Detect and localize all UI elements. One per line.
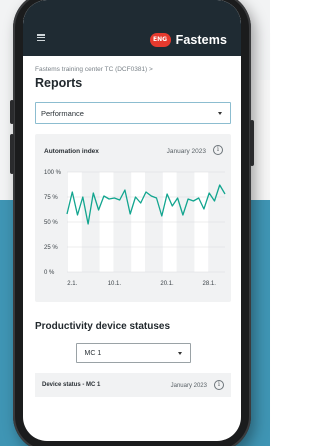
phone-side-button [250,120,254,166]
x-tick-label: 28.1. [203,281,217,287]
app-bar: ENG Fastems [23,0,241,56]
brand-logo: ENG [149,33,171,47]
x-tick-label: 20.1. [160,281,174,287]
y-tick-label: 25 % [44,245,58,251]
x-tick-label: 10.1. [108,281,122,287]
productivity-section-title: Productivity device statuses [35,321,171,332]
phone-side-button [10,134,14,174]
phone-side-button [10,100,14,124]
chart-title: Automation index [44,148,99,155]
automation-index-chart: 100 % 75 % 50 % 25 % 0 % 2.1. 10.1. 20.1. 28.1. [44,170,226,287]
main-content: Fastems training center TC (DCF0381) > R… [23,56,241,397]
x-tick-label: 2.1. [67,281,77,287]
device-select[interactable]: MC 1 [75,343,191,363]
info-icon[interactable]: i [214,380,224,390]
y-tick-label: 100 % [44,170,62,176]
phone-frame: ENG Fastems Fastems training center TC (… [10,0,254,446]
report-type-select[interactable]: Performance [35,102,231,124]
report-type-value: Performance [41,108,84,118]
device-status-date[interactable]: January 2023 [171,383,207,389]
chart-date[interactable]: January 2023 [167,148,206,155]
menu-icon[interactable] [37,34,45,41]
page-title: Reports [35,76,83,90]
chevron-down-icon [177,351,182,355]
phone-screen: ENG Fastems Fastems training center TC (… [23,0,241,441]
info-icon[interactable]: i [213,145,223,155]
brand: ENG Fastems [149,33,227,47]
y-tick-label: 0 % [44,270,55,276]
chevron-down-icon [218,111,222,115]
y-tick-label: 50 % [44,220,58,226]
automation-index-card: Automation index January 2023 i 100 % 75 … [35,134,231,302]
breadcrumb[interactable]: Fastems training center TC (DCF0381) > [35,66,231,73]
device-select-value: MC 1 [84,349,102,357]
y-tick-label: 75 % [44,195,58,201]
device-status-card: Device status - MC 1 January 2023 i [35,373,231,397]
device-status-title: Device status - MC 1 [42,382,101,388]
brand-name: Fastems [175,33,227,47]
